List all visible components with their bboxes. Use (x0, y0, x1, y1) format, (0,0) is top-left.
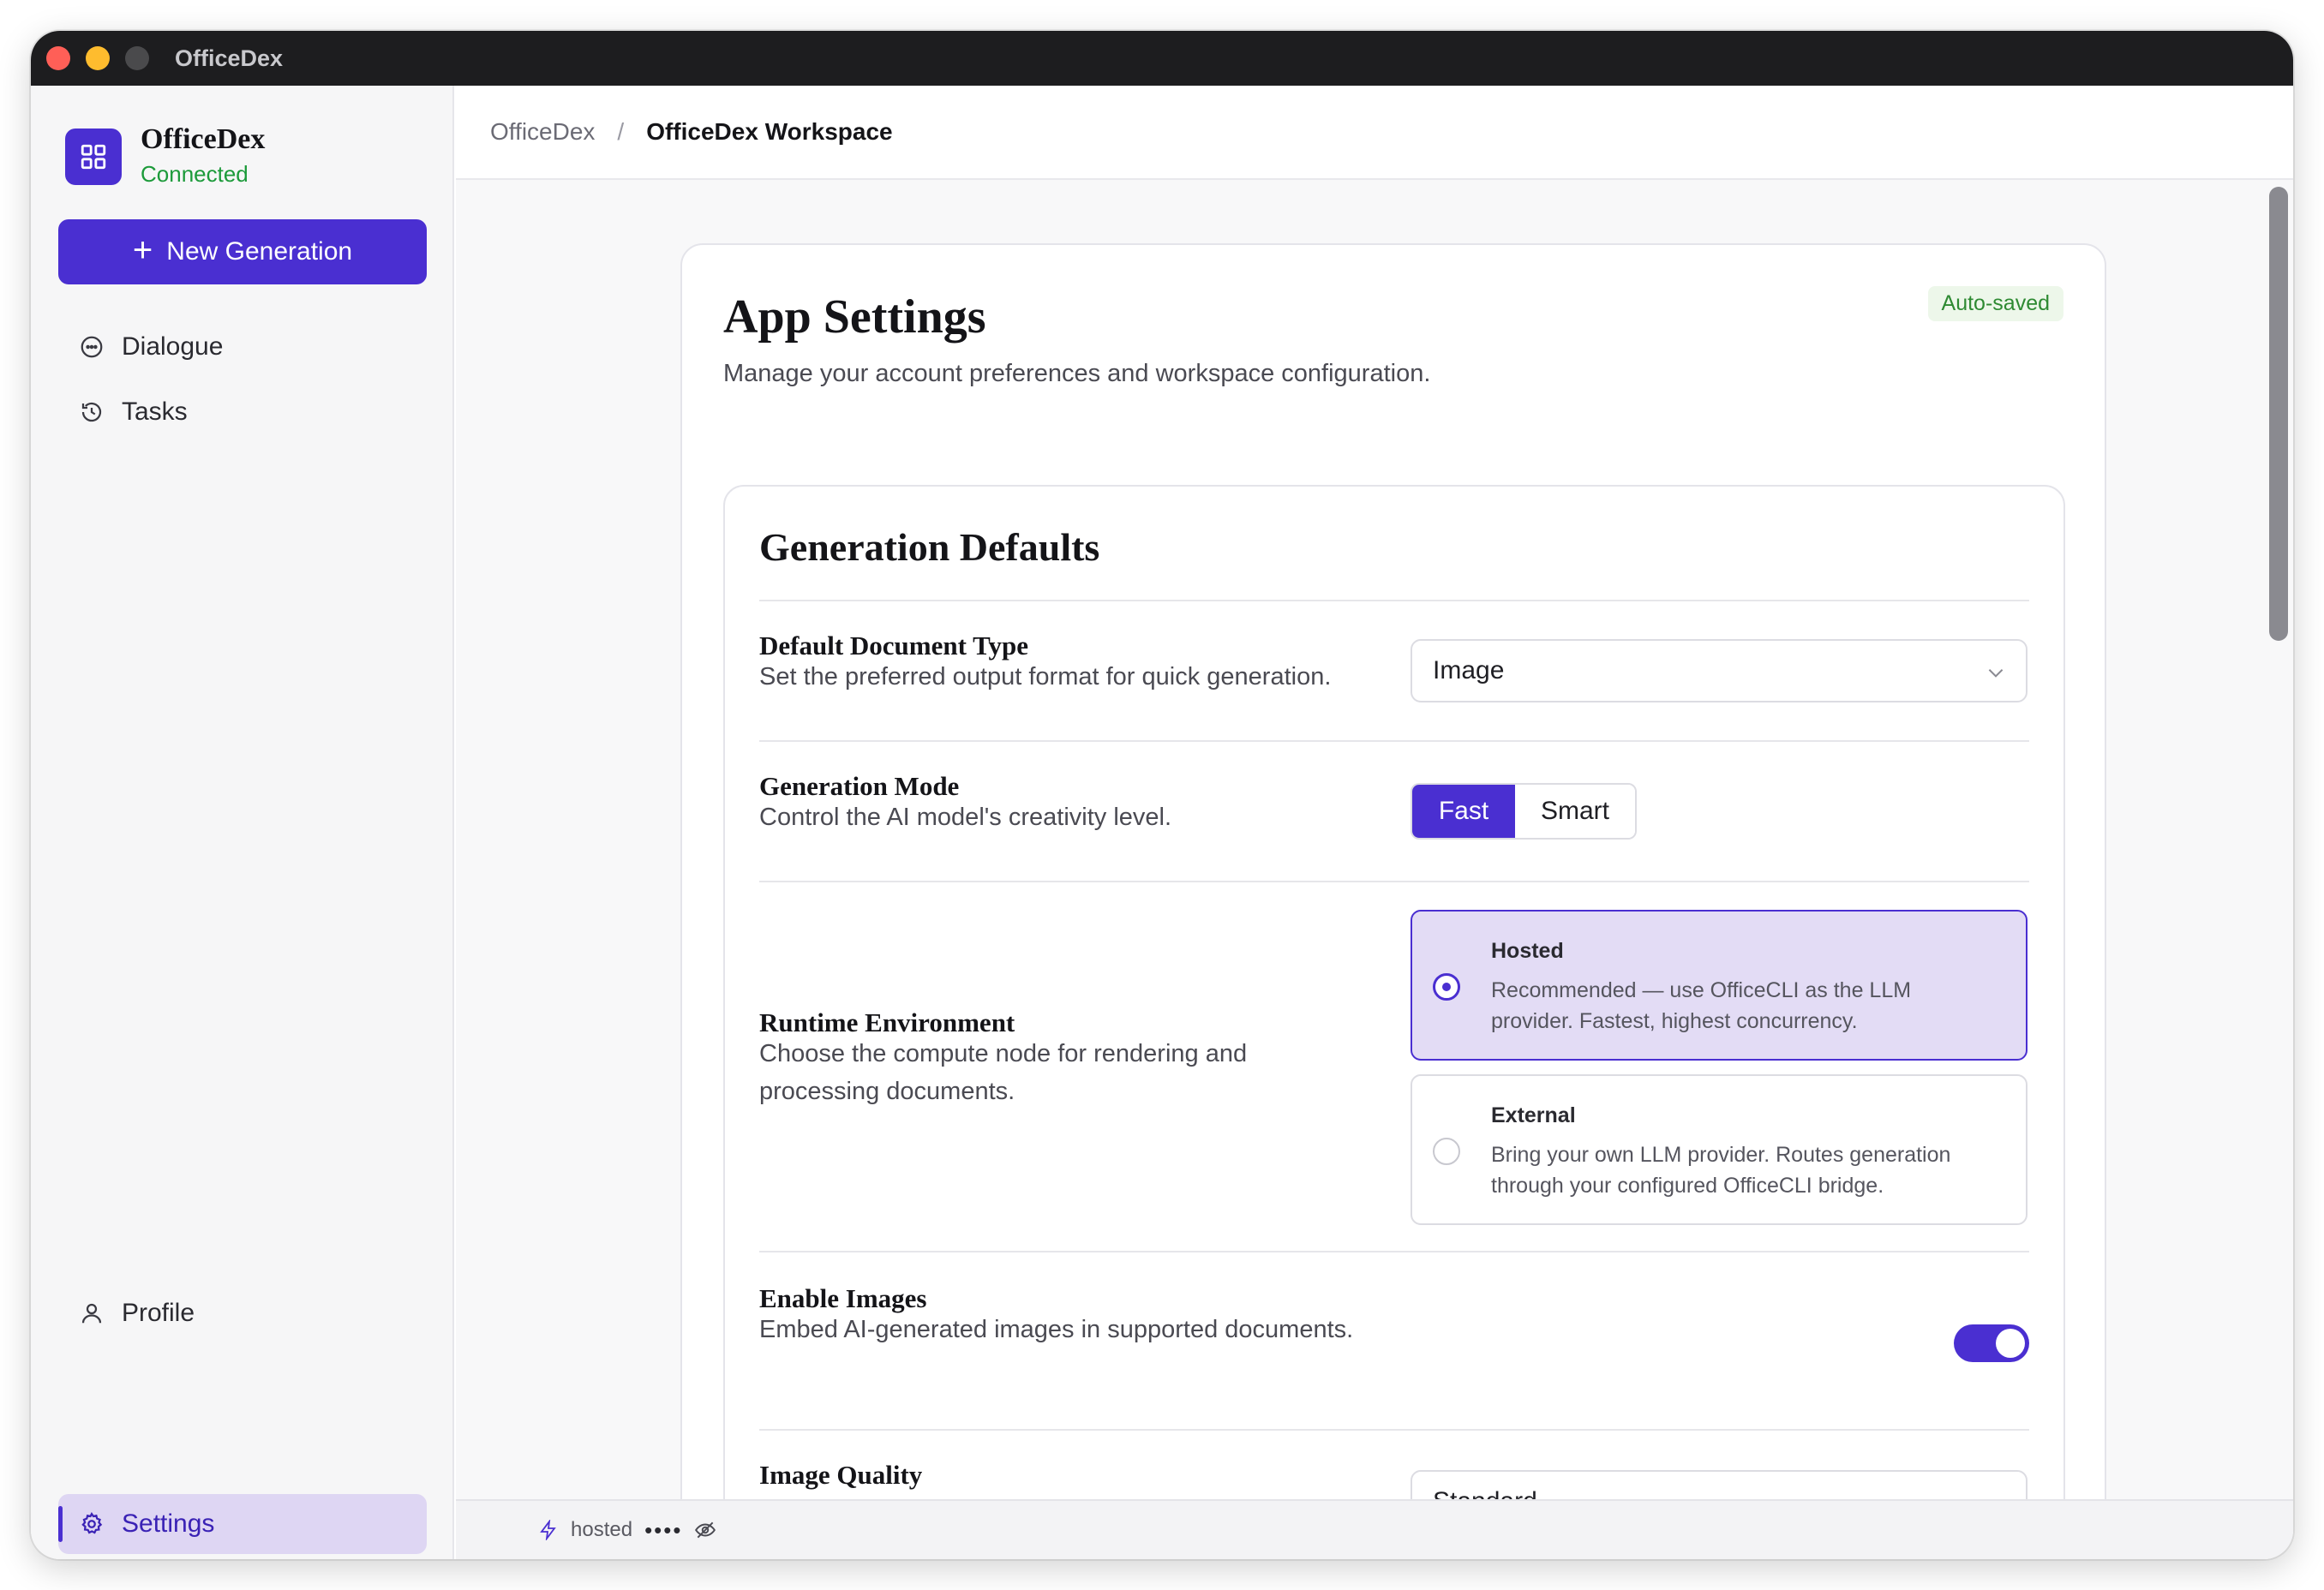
image-quality-value: Standard (1433, 1487, 1537, 1499)
doc-type-value: Image (1433, 656, 1505, 684)
sidebar-item-label: Settings (122, 1509, 215, 1538)
runtime-option-description: Bring your own LLM provider. Routes gene… (1491, 1143, 1951, 1198)
radio-button-selected (1433, 973, 1460, 1001)
app-window: OfficeDex OfficeDex Connected + New Gene… (31, 31, 2293, 1559)
runtime-option-external[interactable]: External Bring your own LLM provider. Ro… (1411, 1074, 2028, 1225)
toggle-knob (1996, 1329, 2025, 1358)
main-panel: OfficeDex / OfficeDex Workspace App Sett… (456, 86, 2293, 1559)
image-quality-select[interactable]: Standard (1411, 1470, 2028, 1499)
sidebar-item-settings[interactable]: Settings (58, 1494, 427, 1554)
divider (759, 600, 2029, 601)
runtime-mode-text: hosted (571, 1518, 633, 1541)
user-icon (77, 1299, 106, 1328)
mode-option-smart[interactable]: Smart (1515, 785, 1635, 838)
app-logo (65, 129, 122, 185)
runtime-option-title: External (1491, 1103, 1576, 1127)
lightning-icon (540, 1520, 556, 1540)
settings-card: App Settings Manage your account prefere… (680, 243, 2106, 1499)
enable-images-toggle[interactable] (1954, 1324, 2029, 1362)
divider (759, 1251, 2029, 1252)
sidebar-item-tasks[interactable]: Tasks (58, 382, 427, 442)
doc-type-select[interactable]: Image (1411, 639, 2028, 702)
connection-status: Connected (141, 161, 249, 187)
section-title: Generation Defaults (759, 525, 1100, 569)
brand-name: OfficeDex (141, 123, 266, 155)
settings-scroll-area[interactable]: App Settings Manage your account prefere… (456, 182, 2293, 1499)
zoom-window-button[interactable] (125, 46, 149, 70)
radio-button (1433, 1138, 1460, 1165)
status-bar: hosted •••• (456, 1499, 2293, 1559)
mode-segmented-control: Fast Smart (1411, 783, 1637, 840)
chat-bubble-icon (77, 332, 106, 362)
plus-icon: + (132, 231, 153, 269)
sidebar-item-label: Dialogue (122, 332, 224, 361)
new-generation-button[interactable]: + New Generation (58, 219, 427, 284)
sidebar-item-profile[interactable]: Profile (58, 1283, 427, 1343)
page-subtitle: Manage your account preferences and work… (723, 360, 1431, 387)
new-generation-label: New Generation (166, 237, 353, 266)
runtime-option-description: Recommended — use OfficeCLI as the LLM p… (1491, 978, 1912, 1033)
title-bar: OfficeDex (31, 31, 2293, 86)
autosave-badge: Auto-saved (1927, 286, 2063, 321)
mode-option-fast[interactable]: Fast (1412, 785, 1515, 838)
close-window-button[interactable] (46, 46, 70, 70)
chevron-down-icon (1985, 1492, 2007, 1499)
breadcrumb-separator: / (617, 118, 625, 145)
gear-icon (77, 1509, 106, 1539)
sidebar-item-label: Tasks (122, 398, 188, 426)
eye-off-icon[interactable] (694, 1519, 716, 1541)
mode-label: Generation Mode (759, 771, 960, 801)
page-title: App Settings (723, 290, 986, 344)
images-description: Embed AI-generated images in supported d… (759, 1316, 1354, 1343)
doc-type-description: Set the preferred output format for quic… (759, 663, 1332, 690)
divider (759, 881, 2029, 882)
scroll-thumb[interactable] (2269, 187, 2288, 641)
breadcrumb-root[interactable]: OfficeDex (490, 118, 595, 146)
chevron-down-icon (1988, 669, 2004, 678)
runtime-option-title: Hosted (1491, 939, 1564, 963)
window-title: OfficeDex (175, 45, 284, 71)
breadcrumb-current: OfficeDex Workspace (646, 118, 893, 145)
mode-description: Control the AI model's creativity level. (759, 804, 1172, 831)
runtime-option-hosted[interactable]: Hosted Recommended — use OfficeCLI as th… (1411, 910, 2028, 1061)
history-icon (77, 398, 106, 427)
api-key-mask: •••• (644, 1516, 683, 1543)
sidebar-item-dialogue[interactable]: Dialogue (58, 317, 427, 377)
minimize-window-button[interactable] (86, 46, 110, 70)
runtime-description: Choose the compute node for rendering an… (759, 1040, 1248, 1105)
sidebar: OfficeDex Connected + New Generation Dia… (31, 86, 454, 1559)
grid-icon (81, 144, 106, 170)
divider (759, 740, 2029, 742)
sidebar-item-label: Profile (122, 1299, 195, 1327)
generation-defaults-section: Generation Defaults Default Document Typ… (723, 485, 2065, 1499)
breadcrumb: OfficeDex / OfficeDex Workspace (456, 86, 2293, 180)
doc-type-label: Default Document Type (759, 631, 1028, 661)
divider (759, 1429, 2029, 1431)
scrollbar[interactable] (2269, 187, 2288, 1499)
images-label: Enable Images (759, 1283, 927, 1313)
runtime-label: Runtime Environment (759, 1007, 1015, 1037)
quality-label: Image Quality (759, 1460, 923, 1490)
